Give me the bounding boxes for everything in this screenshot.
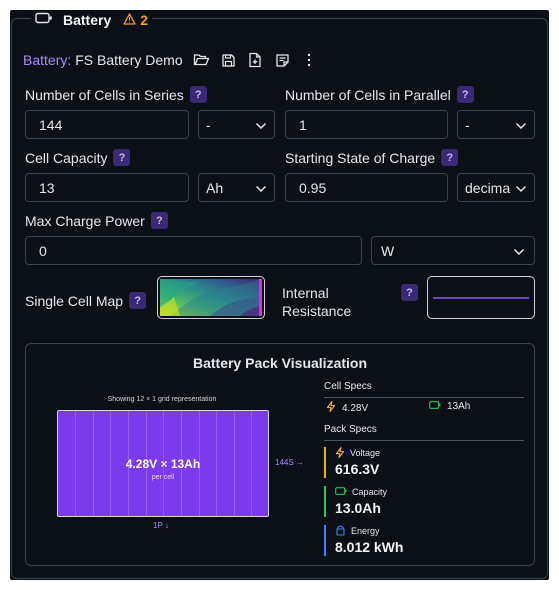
parallel-label-text: Number of Cells in Parallel bbox=[285, 86, 451, 103]
capacity-input-value: 13 bbox=[39, 179, 55, 196]
pack-capacity-value: 13.0Ah bbox=[335, 500, 381, 516]
chevron-down-icon bbox=[255, 117, 267, 133]
save-icon[interactable] bbox=[220, 52, 237, 69]
resistance-label: Internal Resistance bbox=[282, 284, 372, 320]
max-power-label-text: Max Charge Power bbox=[25, 212, 145, 229]
cell-capacity: 13Ah bbox=[429, 401, 470, 412]
max-power-label: Max Charge Power ? bbox=[25, 212, 168, 229]
bolt-icon bbox=[335, 446, 345, 460]
pack-grid: 4.28V × 13Ah per cell bbox=[57, 410, 269, 517]
resistance-curve-thumbnail[interactable] bbox=[427, 276, 535, 319]
series-input-value: 144 bbox=[39, 116, 63, 133]
soc-input[interactable]: 0.95 bbox=[285, 173, 448, 202]
pack-specs-divider bbox=[324, 440, 524, 441]
pack-voltage-value: 616.3V bbox=[335, 461, 380, 477]
energy-icon bbox=[335, 524, 346, 538]
cell-map-heatmap bbox=[160, 279, 262, 316]
chevron-down-icon bbox=[515, 180, 527, 196]
soc-label-text: Starting State of Charge bbox=[285, 149, 436, 166]
grid-caption: Showing 12 × 1 grid representation bbox=[107, 396, 217, 403]
cell-map-thumbnail[interactable] bbox=[157, 276, 265, 319]
capacity-unit-select[interactable]: Ah bbox=[198, 173, 275, 202]
pack-energy-value: 8.012 kWh bbox=[335, 539, 404, 555]
series-help-button[interactable]: ? bbox=[189, 86, 207, 103]
capacity-input[interactable]: 13 bbox=[25, 173, 189, 202]
capacity-unit-value: Ah bbox=[206, 179, 224, 196]
parallel-help-button[interactable]: ? bbox=[456, 86, 474, 103]
soc-label: Starting State of Charge ? bbox=[285, 149, 459, 166]
warning-badge[interactable]: 2 bbox=[123, 12, 148, 28]
pack-capacity: Capacity 13.0Ah bbox=[324, 486, 514, 517]
pack-voltage-label: Voltage bbox=[350, 448, 381, 458]
chevron-down-icon bbox=[255, 180, 267, 196]
cell-map-help-button[interactable]: ? bbox=[129, 292, 147, 309]
parallel-unit-value: - bbox=[465, 116, 470, 133]
pack-cell-sublabel: per cell bbox=[151, 474, 175, 481]
parallel-unit-select[interactable]: - bbox=[457, 110, 535, 139]
series-input[interactable]: 144 bbox=[25, 110, 189, 139]
resistance-label-text: Internal Resistance bbox=[282, 285, 352, 319]
capacity-label-text: Cell Capacity bbox=[25, 149, 108, 166]
resistance-curve bbox=[433, 296, 529, 299]
voltage-bar bbox=[324, 447, 326, 478]
section-legend[interactable]: Battery 2 bbox=[31, 10, 153, 30]
cell-voltage: 4.28V bbox=[326, 400, 369, 415]
parallel-input-value: 1 bbox=[299, 116, 307, 133]
energy-bar bbox=[324, 525, 326, 556]
series-unit-select[interactable]: - bbox=[198, 110, 275, 139]
battery-icon bbox=[35, 11, 53, 29]
max-power-input-value: 0 bbox=[39, 242, 47, 259]
battery-icon bbox=[429, 401, 441, 412]
folder-open-icon[interactable] bbox=[193, 52, 210, 69]
notes-icon[interactable] bbox=[274, 52, 291, 69]
soc-unit-select[interactable]: decimal bbox=[457, 173, 535, 202]
capacity-bar bbox=[324, 486, 326, 517]
soc-input-value: 0.95 bbox=[299, 179, 327, 196]
parallel-label: Number of Cells in Parallel ? bbox=[285, 86, 474, 103]
pack-visualization: Battery Pack Visualization Showing 12 × … bbox=[25, 343, 535, 566]
battery-toolbar: Battery: FS Battery Demo bbox=[23, 50, 318, 70]
soc-unit-value: decimal bbox=[465, 179, 511, 196]
parallel-input[interactable]: 1 bbox=[285, 110, 448, 139]
series-label: Number of Cells in Series ? bbox=[25, 86, 207, 103]
max-power-unit-select[interactable]: W bbox=[371, 236, 535, 265]
series-tag: 144S → bbox=[275, 458, 304, 467]
pack-voltage: Voltage 616.3V bbox=[324, 446, 514, 478]
bolt-icon bbox=[326, 400, 336, 415]
cell-specs-divider bbox=[324, 397, 524, 398]
max-power-help-button[interactable]: ? bbox=[150, 212, 168, 229]
max-power-input[interactable]: 0 bbox=[25, 236, 362, 265]
pack-capacity-label: Capacity bbox=[352, 487, 388, 497]
capacity-help-button[interactable]: ? bbox=[113, 149, 131, 166]
pack-energy-label: Energy bbox=[351, 526, 380, 536]
resistance-help-button[interactable]: ? bbox=[401, 284, 418, 301]
pack-cell-label: 4.28V × 13Ah bbox=[125, 457, 201, 471]
cell-voltage-value: 4.28V bbox=[342, 402, 369, 414]
battery-icon bbox=[335, 487, 347, 497]
soc-help-button[interactable]: ? bbox=[441, 149, 459, 166]
capacity-label: Cell Capacity ? bbox=[25, 149, 131, 166]
viz-title: Battery Pack Visualization bbox=[192, 355, 368, 371]
toolbar-prefix: Battery: bbox=[23, 52, 72, 68]
chevron-down-icon bbox=[513, 243, 525, 259]
cell-map-label-text: Single Cell Map bbox=[25, 292, 124, 309]
warning-count: 2 bbox=[140, 12, 149, 28]
max-power-unit-value: W bbox=[381, 242, 395, 259]
cell-capacity-value: 13Ah bbox=[447, 401, 471, 412]
chevron-down-icon bbox=[515, 117, 527, 133]
battery-name: FS Battery Demo bbox=[75, 52, 183, 68]
cell-map-label: Single Cell Map ? bbox=[25, 292, 147, 309]
series-label-text: Number of Cells in Series bbox=[25, 86, 184, 103]
pack-energy: Energy 8.012 kWh bbox=[324, 524, 514, 556]
cell-specs-heading: Cell Specs bbox=[324, 381, 372, 392]
series-unit-value: - bbox=[206, 116, 211, 133]
new-file-icon[interactable] bbox=[247, 52, 264, 69]
pack-specs-heading: Pack Specs bbox=[324, 424, 377, 435]
section-title: Battery bbox=[63, 12, 112, 28]
parallel-tag: 1P ↓ bbox=[153, 521, 169, 530]
more-vertical-icon[interactable] bbox=[301, 52, 318, 69]
warning-icon bbox=[123, 12, 136, 28]
